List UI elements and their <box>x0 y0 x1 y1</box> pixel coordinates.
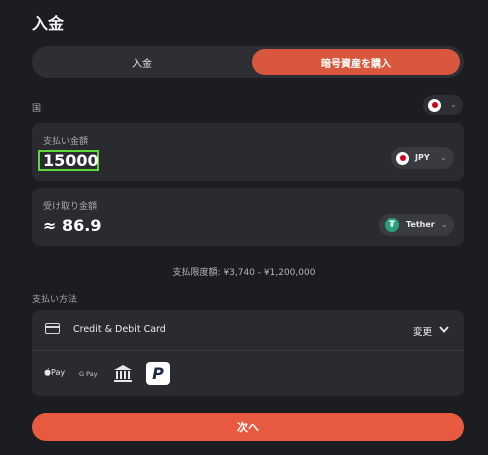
apple-pay-option[interactable]: Pay <box>44 368 65 377</box>
tab-bar: 入金 暗号資産を購入 <box>32 46 464 78</box>
pay-currency-selector[interactable]: JPY ⌄ <box>391 147 454 169</box>
payment-method-selected: Credit & Debit Card <box>73 324 166 335</box>
chevron-down-icon: ⌄ <box>450 100 457 109</box>
receive-currency-name: Tether <box>406 220 435 229</box>
paypal-option[interactable]: P <box>146 362 170 385</box>
credit-card-icon <box>45 323 60 334</box>
country-selector[interactable]: ⌄ <box>423 95 463 115</box>
pay-currency-code: JPY <box>415 153 430 162</box>
japan-flag-icon <box>428 98 441 112</box>
chevron-down-icon: ⌄ <box>441 220 448 229</box>
country-label: 国 <box>32 104 42 114</box>
divider <box>32 350 464 351</box>
japan-flag-icon <box>396 151 409 165</box>
page-title: 入金 <box>32 14 65 33</box>
tab-buy-crypto[interactable]: 暗号資産を購入 <box>252 49 460 75</box>
receive-amount-label: 受け取り金額 <box>43 202 98 212</box>
payment-method-selector[interactable]: Credit & Debit Card 変更 <box>32 312 464 348</box>
chevron-down-icon: ⌄ <box>440 153 447 162</box>
payment-method-label: 支払い方法 <box>32 295 78 305</box>
payment-limits: 支払限度額: ¥3,740 - ¥1,200,000 <box>172 268 316 278</box>
paypal-icon: P <box>152 364 164 383</box>
chevron-down-icon <box>439 326 449 333</box>
apple-pay-label: Pay <box>51 368 66 377</box>
receive-currency-selector[interactable]: ₮ Tether ⌄ <box>379 214 454 236</box>
google-pay-option[interactable]: G Pay <box>79 370 98 378</box>
next-button[interactable]: 次へ <box>32 413 464 441</box>
apple-icon <box>44 368 51 376</box>
pay-amount-label: 支払い金額 <box>43 137 89 147</box>
google-pay-label: G Pay <box>79 370 98 378</box>
tether-icon: ₮ <box>385 218 399 232</box>
pay-amount-input[interactable]: 15000 <box>43 151 99 170</box>
change-button[interactable]: 変更 <box>413 324 432 338</box>
receive-amount-value: ≈ 86.9 <box>43 216 102 235</box>
bank-icon[interactable] <box>113 364 133 383</box>
tab-deposit[interactable]: 入金 <box>36 49 248 75</box>
